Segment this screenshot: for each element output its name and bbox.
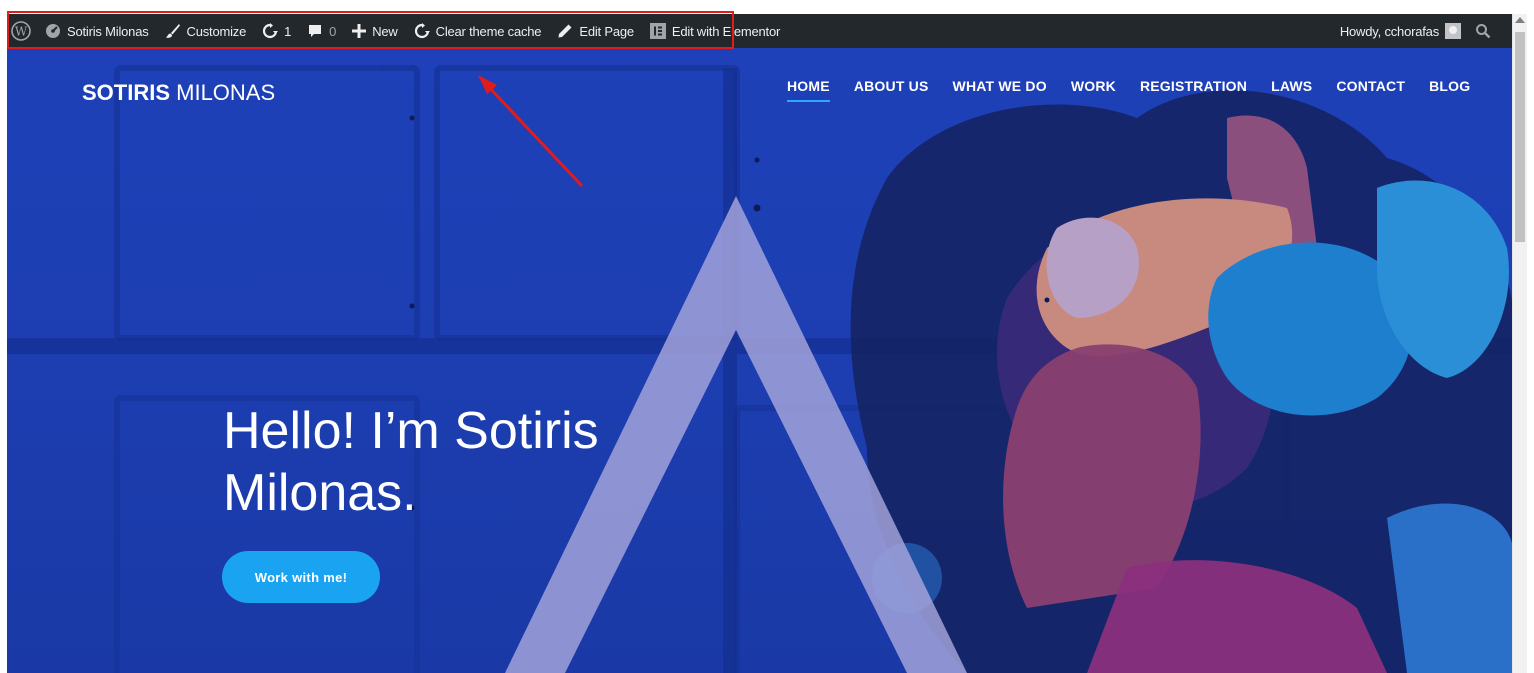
- avatar: [1445, 23, 1461, 39]
- site-logo-light: MILONAS: [170, 80, 276, 105]
- nav-blog[interactable]: BLOG: [1429, 78, 1470, 102]
- updates-icon: [262, 23, 279, 39]
- clear-theme-cache-label: Clear theme cache: [435, 23, 542, 39]
- edit-page-link[interactable]: Edit Page: [549, 14, 642, 48]
- admin-bar-right: Howdy, cchorafas: [1332, 14, 1513, 48]
- hero-heading-line-1: Hello! I’m Sotiris: [223, 402, 599, 460]
- work-with-me-button[interactable]: Work with me!: [222, 551, 380, 603]
- dashboard-icon: [45, 23, 61, 39]
- comments-count: 0: [329, 23, 337, 39]
- my-account-menu[interactable]: Howdy, cchorafas: [1332, 14, 1467, 48]
- hero-heading: Hello! I’m Sotiris Milonas.: [223, 400, 743, 524]
- scroll-up-arrow-icon[interactable]: [1515, 17, 1525, 23]
- wordpress-menu[interactable]: W: [7, 14, 37, 48]
- search-icon: [1475, 23, 1491, 39]
- nav-laws[interactable]: LAWS: [1271, 78, 1312, 102]
- comments-icon: [307, 23, 323, 39]
- site-logo[interactable]: SOTIRIS MILONAS: [82, 80, 275, 106]
- comments-link[interactable]: 0: [299, 14, 344, 48]
- nav-work[interactable]: WORK: [1071, 78, 1116, 102]
- page-scrollbar[interactable]: [1512, 14, 1527, 673]
- clear-theme-cache-link[interactable]: Clear theme cache: [406, 14, 550, 48]
- site-name-label: Sotiris Milonas: [67, 23, 149, 39]
- site-name-menu[interactable]: Sotiris Milonas: [37, 14, 157, 48]
- wordpress-logo-icon: W: [11, 21, 31, 41]
- nav-about-us[interactable]: ABOUT US: [854, 78, 929, 102]
- new-label: New: [372, 23, 398, 39]
- customize-link[interactable]: Customize: [157, 14, 255, 48]
- wp-admin-bar: W Sotiris Milonas Customize 1 0 New Clea…: [7, 14, 1513, 48]
- refresh-icon: [414, 23, 430, 39]
- edit-with-elementor-link[interactable]: Edit with Elementor: [642, 14, 788, 48]
- updates-count: 1: [284, 23, 292, 39]
- scroll-thumb[interactable]: [1515, 32, 1525, 242]
- customize-label: Customize: [186, 23, 247, 39]
- howdy-label: Howdy, cchorafas: [1339, 23, 1439, 39]
- edit-with-elementor-label: Edit with Elementor: [671, 23, 781, 39]
- plus-icon: [352, 24, 367, 38]
- nav-registration[interactable]: REGISTRATION: [1140, 78, 1247, 102]
- new-content-menu[interactable]: New: [344, 14, 405, 48]
- updates-link[interactable]: 1: [254, 14, 299, 48]
- nav-contact[interactable]: CONTACT: [1336, 78, 1405, 102]
- site-logo-bold: SOTIRIS: [82, 80, 171, 105]
- pencil-icon: [557, 23, 573, 39]
- nav-what-we-do[interactable]: WHAT WE DO: [953, 78, 1047, 102]
- admin-bar-search[interactable]: [1467, 14, 1513, 48]
- edit-page-label: Edit Page: [579, 23, 634, 39]
- brush-icon: [165, 23, 181, 39]
- svg-text:W: W: [15, 25, 28, 39]
- main-navigation: HOME ABOUT US WHAT WE DO WORK REGISTRATI…: [787, 78, 1494, 102]
- hero-section: SOTIRIS MILONAS HOME ABOUT US WHAT WE DO…: [7, 48, 1513, 673]
- admin-bar-left: W Sotiris Milonas Customize 1 0 New Clea…: [7, 14, 788, 48]
- elementor-icon: [649, 23, 666, 39]
- hero-heading-line-2: Milonas.: [223, 464, 417, 522]
- nav-home[interactable]: HOME: [787, 78, 830, 102]
